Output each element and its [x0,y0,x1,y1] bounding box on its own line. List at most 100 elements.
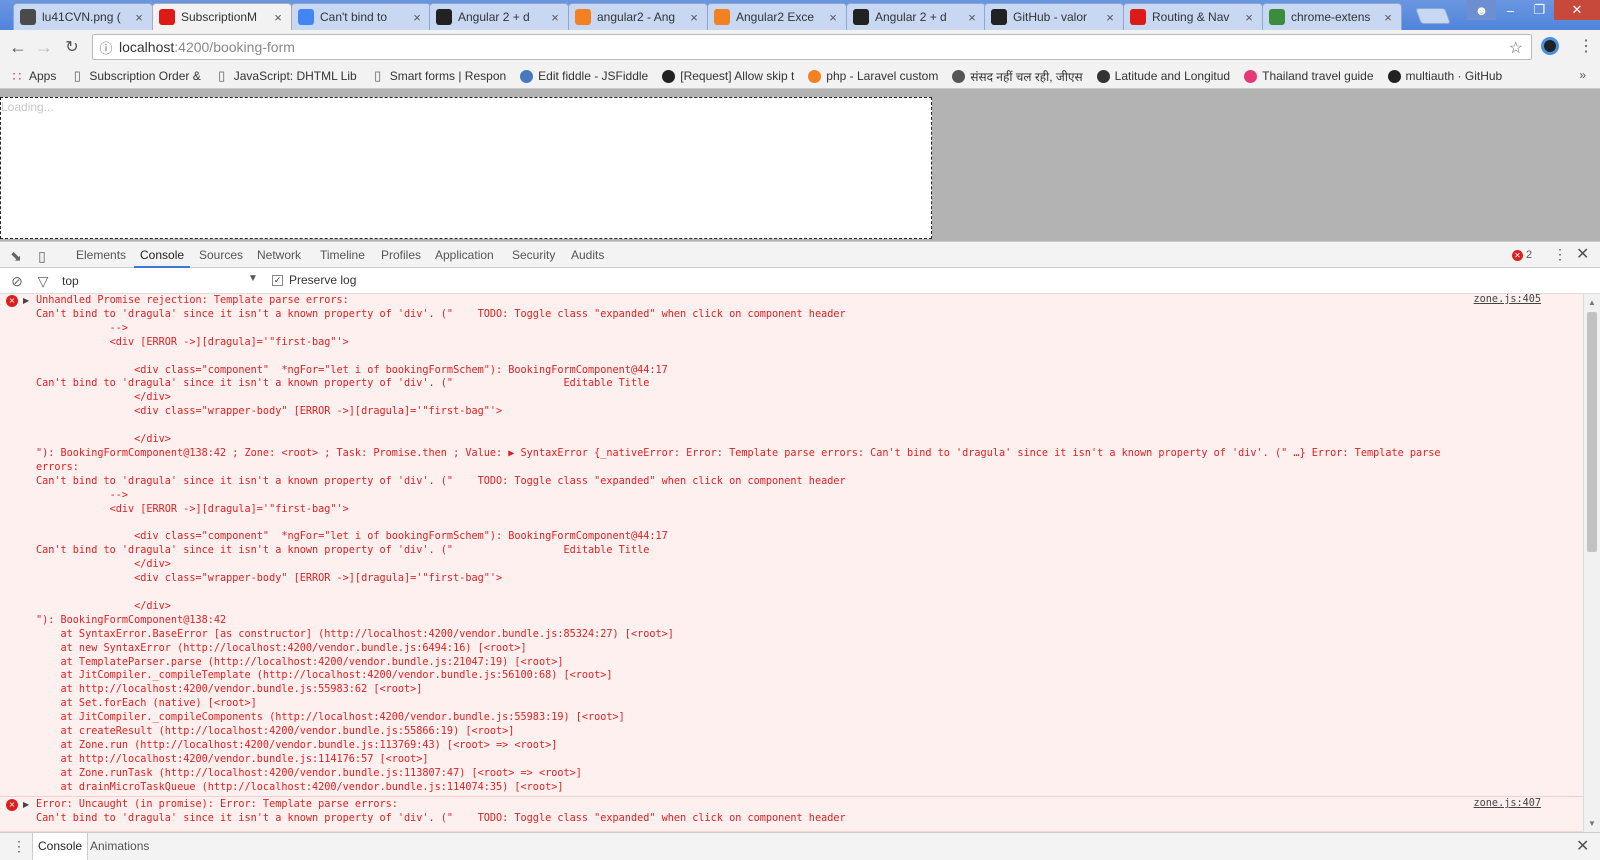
inspect-element-icon[interactable]: ⬊ [8,248,24,264]
more-bookmarks-icon[interactable]: » [1579,68,1586,82]
devtools-tab-audits[interactable]: Audits [565,242,610,268]
tab-close-icon[interactable]: × [548,10,562,25]
bookmark-item[interactable]: Edit fiddle - JSFiddle [520,69,648,83]
context-selector[interactable]: top [62,274,79,288]
reload-button[interactable]: ↻ [62,37,82,57]
minimize-button[interactable]: – [1496,0,1525,20]
bookmark-item[interactable]: [Request] Allow skip t [662,69,794,83]
bookmark-label: Smart forms | Respon [389,69,507,83]
bookmark-label: Apps [29,69,57,83]
bookmarks-bar: ∷ Apps ▯ Subscription Order & ▯ JavaScript: D… [0,64,1600,89]
message-line: "): BookingFormComponent@138:42 [36,614,227,626]
extension-icon[interactable] [1541,37,1559,55]
bookmark-item[interactable]: Thailand travel guide [1244,69,1374,83]
browser-tab[interactable]: GitHub - valor × [984,3,1124,30]
address-bar[interactable]: ⓘ localhost:4200/booking-form ☆ [92,34,1532,60]
message-line: Error: Uncaught (in promise): Error: Tem… [36,799,398,811]
drawer-menu-icon[interactable]: ⋮ [12,838,26,855]
clear-console-icon[interactable]: ⊘ [9,273,25,289]
browser-tab[interactable]: Angular 2 + d × [846,3,986,30]
browser-menu-icon[interactable]: ⋮ [1578,36,1594,56]
github-icon [853,9,869,25]
message-line: </div> [36,559,171,571]
error-counter[interactable]: ✕ 2 [1512,249,1532,261]
preserve-log-checkbox[interactable]: ✓ Preserve log [272,273,356,287]
bookmark-item[interactable]: ▯ Subscription Order & [70,68,201,83]
devtools-close-icon[interactable]: ✕ [1576,244,1589,264]
tab-close-icon[interactable]: × [132,10,146,25]
bookmark-item[interactable]: संसद नहीं चल रही, जीएस [952,68,1083,85]
back-button[interactable]: ← [8,37,28,57]
error-count: 2 [1526,249,1533,261]
browser-tab[interactable]: lu41CVN.png (× [13,3,153,30]
message-line: at http://localhost:4200/vendor.bundle.j… [36,753,429,765]
devtools-tab-profiles[interactable]: Profiles [375,242,427,268]
new-tab-button[interactable] [1415,8,1451,24]
scroll-down-icon[interactable]: ▼ [1588,819,1596,828]
devtools-tab-sources[interactable]: Sources [193,242,249,268]
source-link[interactable]: zone.js:407 [1474,798,1541,809]
angular-icon [159,9,175,25]
bookmark-item[interactable]: ∷ Apps [10,68,57,84]
tab-close-icon[interactable]: × [1242,10,1256,25]
devtools-tab-network[interactable]: Network [251,242,307,268]
scrollbar-thumb[interactable] [1587,312,1597,552]
bookmark-label: Subscription Order & [89,69,201,83]
bookmark-item[interactable]: ▯ JavaScript: DHTML Lib [215,68,357,83]
devtools-tab-application[interactable]: Application [429,242,500,268]
message-line: at http://localhost:4200/vendor.bundle.j… [36,684,423,696]
bookmark-star-icon[interactable]: ☆ [1509,38,1523,58]
message-line: <div class="wrapper-body" [ERROR ->][dra… [36,406,503,418]
devtools-menu-icon[interactable]: ⋮ [1553,246,1567,263]
message-line: at SyntaxError.BaseError [as constructor… [36,628,674,640]
browser-tab[interactable]: angular2 - Ang × [568,3,708,30]
scroll-up-icon[interactable]: ▲ [1588,298,1596,307]
browser-tab[interactable]: Routing & Nav × [1123,3,1263,30]
console-scrollbar[interactable]: ▲ ▼ [1583,294,1600,832]
message-line: Can't bind to 'dragula' since it isn't a… [36,378,650,390]
devtools-tab-security[interactable]: Security [506,242,561,268]
tab-close-icon[interactable]: × [687,10,701,25]
forward-button[interactable]: → [34,37,54,57]
tab-close-icon[interactable]: × [826,10,840,25]
message-line: </div> [36,600,171,612]
tab-close-icon[interactable]: × [410,10,424,25]
tab-close-icon[interactable]: × [1103,10,1117,25]
devtools-tab-timeline[interactable]: Timeline [314,242,371,268]
bookmark-item[interactable]: php - Laravel custom [808,69,938,83]
filter-icon[interactable]: ▽ [35,273,51,289]
tab-close-icon[interactable]: × [1381,10,1395,25]
tab-close-icon[interactable]: × [271,10,285,25]
browser-tab[interactable]: Angular 2 + d × [429,3,569,30]
browser-tab[interactable]: Can't bind to × [291,3,431,30]
browser-tab[interactable]: chrome-extens × [1262,3,1402,30]
restore-button[interactable]: ❐ [1525,0,1554,20]
error-icon: × [6,295,18,307]
devtools-tab-console[interactable]: Console [134,242,191,268]
tab-title: Can't bind to [320,10,388,24]
info-icon[interactable]: ⓘ [93,38,119,57]
drawer-close-icon[interactable]: ✕ [1576,836,1589,856]
tab-title: Angular2 Exce [736,10,815,24]
expand-triangle-icon[interactable]: ▶ [23,296,29,305]
window-close-button[interactable]: ✕ [1554,0,1600,20]
bookmark-item[interactable]: ▯ Smart forms | Respon [371,68,507,83]
bookmark-label: php - Laravel custom [826,69,939,83]
drawer-tab-animations[interactable]: Animations [85,833,154,860]
checkbox-checked-icon[interactable]: ✓ [272,274,283,286]
profile-icon[interactable]: ☻ [1467,0,1496,20]
device-toolbar-icon[interactable]: ▯ [34,248,50,264]
bookmark-item[interactable]: multiauth · GitHub [1387,69,1502,83]
devtools-tab-elements[interactable]: Elements [70,242,132,268]
expand-triangle-icon[interactable]: ▶ [23,800,29,809]
console-output: × ▶ Unhandled Promise rejection: Template … [0,294,1583,832]
chevron-down-icon[interactable]: ▼ [248,273,258,284]
source-link[interactable]: zone.js:405 [1474,294,1541,305]
browser-tab[interactable]: Angular2 Exce × [707,3,847,30]
browser-tab[interactable]: SubscriptionM × [152,3,292,30]
message-line: Can't bind to 'dragula' since it isn't a… [36,545,650,557]
url-path: :4200/booking-form [174,39,295,55]
bookmark-item[interactable]: Latitude and Longitud [1096,69,1230,83]
tab-close-icon[interactable]: × [965,10,979,25]
drawer-tab-console[interactable]: Console [32,833,89,860]
